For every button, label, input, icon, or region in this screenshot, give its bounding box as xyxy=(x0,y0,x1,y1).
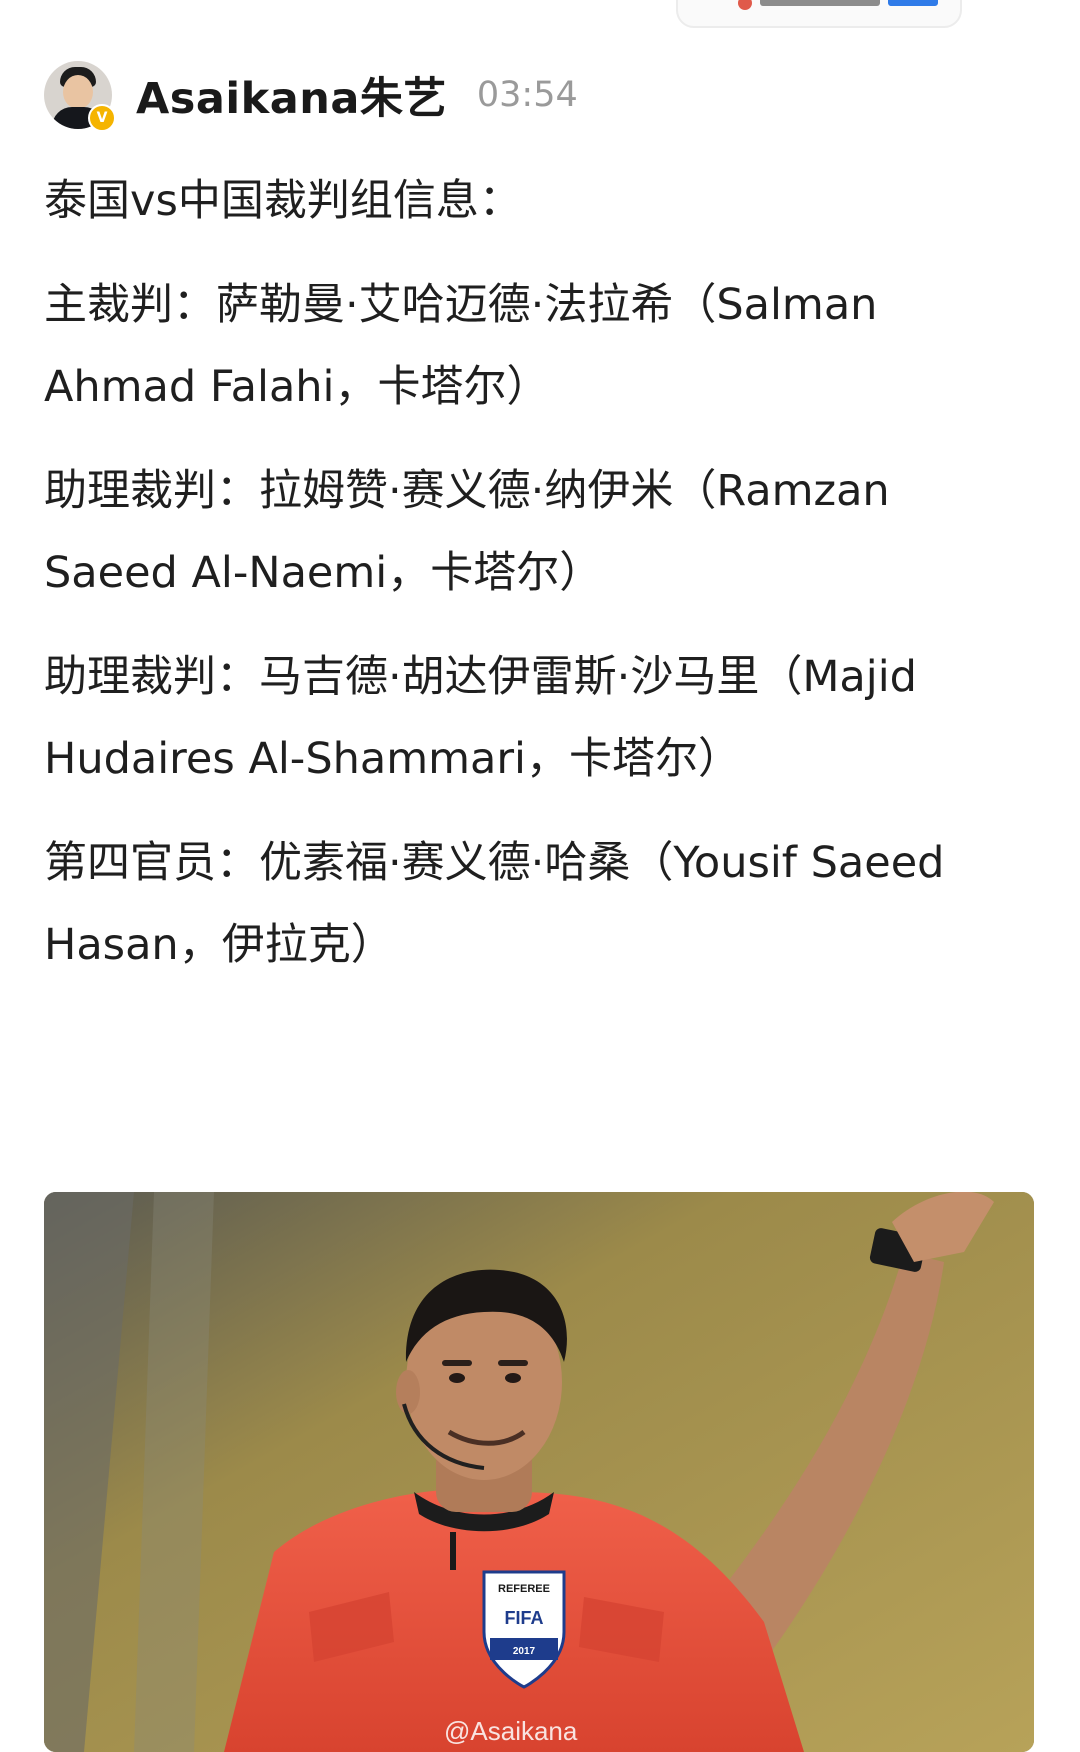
badge-year-text: 2017 xyxy=(513,1646,536,1657)
paragraph-assistant-referee-1: 助理裁判：拉姆赞·赛义德·纳伊米（Ramzan Saeed Al-Naemi，卡… xyxy=(44,466,890,598)
badge-top-text: REFEREE xyxy=(498,1583,550,1595)
paragraph-fourth-official: 第四官员：优素福·赛义德·哈桑（Yousif Saeed Hasan，伊拉克） xyxy=(44,838,945,970)
source-icon xyxy=(738,0,752,10)
post-text: 泰国vs中国裁判组信息： 主裁判：萨勒曼·艾哈迈德·法拉希（Salman Ahm… xyxy=(44,160,1004,1008)
paragraph-intro: 泰国vs中国裁判组信息： xyxy=(44,176,522,226)
v-badge-icon: V xyxy=(88,104,116,132)
badge-fifa-text: FIFA xyxy=(505,1608,544,1628)
follow-button-cropped xyxy=(888,0,938,6)
paragraph-assistant-referee-2: 助理裁判：马吉德·胡达伊雷斯·沙马里（Majid Hudaires Al-Sha… xyxy=(44,652,917,784)
previous-card-remnant xyxy=(676,0,962,28)
post-time: 03:54 xyxy=(476,75,578,115)
author-name[interactable]: Asaikana朱艺 xyxy=(136,64,447,126)
post-photo[interactable]: REFEREE FIFA 2017 @Asaikana xyxy=(44,1192,1034,1752)
source-text-cropped xyxy=(760,0,880,6)
post-header: Asaikana朱艺 03:54 xyxy=(44,60,578,130)
paragraph-main-referee: 主裁判：萨勒曼·艾哈迈德·法拉希（Salman Ahmad Falahi，卡塔尔… xyxy=(44,280,878,412)
photo-watermark: @Asaikana xyxy=(444,1716,578,1746)
referee-photo: REFEREE FIFA 2017 @Asaikana xyxy=(44,1192,1034,1752)
